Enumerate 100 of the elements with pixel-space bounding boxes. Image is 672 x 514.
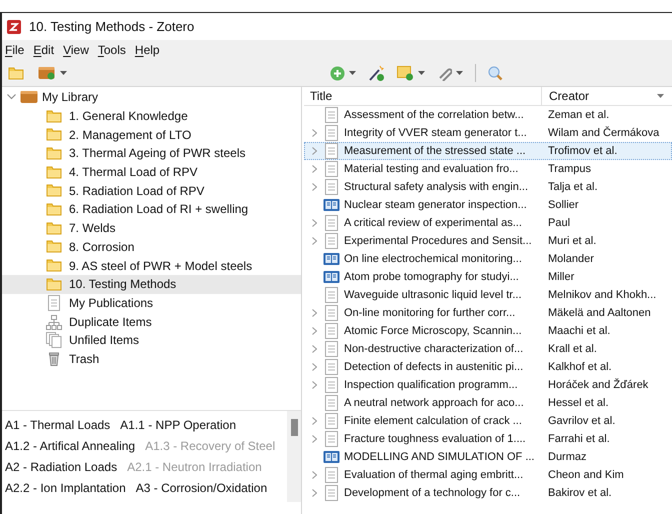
table-row[interactable]: Material testing and evaluation fro... Trampus bbox=[304, 160, 672, 178]
menu-item[interactable]: File bbox=[5, 41, 24, 59]
table-row[interactable]: Inspection qualification programm... Horáček and Žďárek bbox=[304, 376, 672, 394]
chevron-right-icon[interactable] bbox=[312, 363, 316, 371]
table-cell-text: Mäkelä and Aaltonen bbox=[547, 306, 651, 321]
add-by-identifier-button[interactable] bbox=[368, 64, 385, 82]
collection-item[interactable]: 10. Testing Methods bbox=[2, 274, 301, 294]
tag[interactable]: A1 - Thermal Loads bbox=[5, 416, 110, 434]
document-icon bbox=[325, 233, 338, 249]
table-cell-text: Experimental Procedures and Sensit... bbox=[344, 234, 532, 249]
table-row[interactable]: Experimental Procedures and Sensit... Muri et al. bbox=[304, 232, 672, 250]
chevron-right-icon[interactable] bbox=[312, 165, 316, 173]
tag[interactable]: A2 - Radiation Loads bbox=[5, 458, 118, 476]
collection-item[interactable]: 3. Thermal Ageing of PWR steels bbox=[2, 144, 301, 163]
tag[interactable]: A1.1 - NPP Operation bbox=[120, 416, 236, 434]
table-row[interactable]: Integrity of VVER steam generator t... Wilam and Čermákova bbox=[304, 124, 672, 142]
table-row[interactable]: Finite element calculation of crack ... Gavrilov et al. bbox=[304, 412, 672, 430]
table-row[interactable]: Nuclear steam generator inspection... Sollier bbox=[304, 196, 672, 214]
table-cell-text: Talja et al. bbox=[547, 180, 598, 195]
table-row[interactable]: Measurement of the stressed state ... Trofimov et al. bbox=[304, 142, 672, 160]
collection-item[interactable]: 6. Radiation Load of RI + swelling bbox=[2, 200, 301, 219]
chevron-right-icon[interactable] bbox=[312, 435, 316, 443]
table-row[interactable]: A critical review of experimental as... Paul bbox=[304, 214, 672, 232]
chevron-right-icon[interactable] bbox=[312, 183, 316, 191]
table-row[interactable]: Evaluation of thermal aging embritt... Cheon and Kim bbox=[304, 466, 672, 484]
sort-caret-icon[interactable] bbox=[657, 94, 664, 98]
tag[interactable]: A3 - Corrosion/Oxidation bbox=[136, 479, 268, 498]
chevron-right-icon[interactable] bbox=[312, 309, 316, 317]
table-cell-text: Finite element calculation of crack ... bbox=[344, 414, 522, 429]
chevron-right-icon[interactable] bbox=[312, 147, 316, 155]
menu-item[interactable]: Tools bbox=[98, 41, 126, 59]
search-button[interactable] bbox=[488, 66, 503, 80]
collection-item[interactable]: My Publications bbox=[2, 294, 301, 312]
caret-icon[interactable] bbox=[349, 71, 356, 75]
menu-item[interactable]: View bbox=[63, 41, 89, 59]
new-library-button[interactable] bbox=[38, 66, 67, 80]
new-collection-button[interactable] bbox=[8, 66, 24, 80]
chevron-right-icon[interactable] bbox=[312, 237, 316, 245]
attachment-button[interactable] bbox=[437, 66, 463, 80]
column-header[interactable]: Title bbox=[304, 87, 542, 105]
document-icon bbox=[325, 395, 338, 411]
chevron-right-icon[interactable] bbox=[312, 471, 316, 479]
menu-item[interactable]: Help bbox=[134, 41, 160, 59]
paperclip-icon bbox=[437, 66, 452, 80]
chevron-down-icon[interactable] bbox=[7, 94, 16, 100]
caret-icon[interactable] bbox=[60, 71, 67, 75]
chevron-right-icon[interactable] bbox=[312, 327, 316, 335]
tag[interactable]: A1.2 - Artifical Annealing bbox=[5, 436, 136, 455]
book-icon bbox=[323, 198, 340, 212]
chevron-right-icon[interactable] bbox=[312, 219, 316, 227]
document-icon bbox=[325, 413, 338, 429]
menu-item[interactable]: Edit bbox=[33, 41, 54, 59]
chevron-right-icon[interactable] bbox=[312, 345, 316, 353]
collection-item[interactable]: 8. Corrosion bbox=[2, 238, 301, 256]
table-row[interactable]: MODELLING AND SIMULATION OF ... Durmaz bbox=[304, 448, 672, 466]
collection-item[interactable]: Trash bbox=[2, 350, 301, 368]
table-row[interactable]: Detection of defects in austenitic pi... Kalkhof et al. bbox=[304, 358, 672, 376]
chevron-right-icon[interactable] bbox=[312, 489, 316, 497]
table-cell-text: A critical review of experimental as... bbox=[344, 216, 522, 231]
table-row[interactable]: On-line monitoring for further corr... Mäkelä and Aaltonen bbox=[304, 304, 672, 322]
collection-item[interactable]: 1. General Knowledge bbox=[2, 106, 301, 126]
table-cell-text: Trofimov et al. bbox=[547, 144, 618, 159]
document-icon bbox=[325, 431, 338, 447]
table-row[interactable]: On line electrochemical monitoring... Molander bbox=[304, 250, 672, 268]
table-row[interactable]: Development of a technology for c... Bakirov et al. bbox=[304, 484, 672, 502]
table-row[interactable]: Fracture toughness evaluation of 1.... Farrahi et al. bbox=[304, 430, 672, 448]
table-row[interactable]: Non-destructive characterization of... Krall et al. bbox=[304, 340, 672, 358]
new-note-button[interactable] bbox=[397, 66, 425, 80]
search-icon bbox=[488, 66, 503, 80]
table-row[interactable]: Waveguide ultrasonic liquid level tr... Melnikov and Khokh... bbox=[304, 286, 672, 304]
column-header[interactable]: Creator bbox=[542, 87, 672, 105]
tag[interactable]: A2.2 - Ion Implantation bbox=[5, 479, 126, 498]
table-cell-text: Paul bbox=[547, 216, 570, 231]
document-icon bbox=[325, 287, 338, 303]
new-item-button[interactable] bbox=[330, 66, 356, 80]
table-row[interactable]: A neutral network approach for aco... Hessel et al. bbox=[304, 394, 672, 412]
collection-item[interactable]: 2. Management of LTO bbox=[2, 125, 301, 144]
collection-item[interactable]: Unfiled Items bbox=[2, 330, 301, 350]
table-cell-text: Structural safety analysis with engin... bbox=[344, 180, 528, 195]
tree-item[interactable]: My Library bbox=[42, 88, 98, 106]
document-icon bbox=[325, 179, 338, 195]
caret-icon[interactable] bbox=[456, 71, 463, 75]
collection-item[interactable]: 7. Welds bbox=[2, 218, 301, 238]
collection-item[interactable]: 9. AS steel of PWR + Model steels bbox=[2, 256, 301, 275]
chevron-right-icon[interactable] bbox=[312, 129, 316, 137]
chevron-right-icon[interactable] bbox=[312, 417, 316, 425]
collection-item[interactable]: 5. Radiation Load of RPV bbox=[2, 181, 301, 200]
caret-icon[interactable] bbox=[418, 71, 425, 75]
table-row[interactable]: Structural safety analysis with engin... Talja et al. bbox=[304, 178, 672, 196]
table-cell-text: On-line monitoring for further corr... bbox=[344, 306, 516, 321]
chevron-right-icon[interactable] bbox=[312, 381, 316, 389]
window-title: 10. Testing Methods - Zotero bbox=[29, 18, 194, 36]
table-row[interactable]: Atom probe tomography for studyi... Miller bbox=[304, 268, 672, 286]
scrollbar[interactable] bbox=[287, 411, 301, 502]
table-row[interactable]: Atomic Force Microscopy, Scannin... Maachi et al. bbox=[304, 322, 672, 340]
document-icon bbox=[325, 215, 338, 231]
collection-item[interactable]: Duplicate Items bbox=[2, 312, 301, 331]
table-row[interactable]: Assessment of the correlation betw... Zeman et al. bbox=[304, 106, 672, 124]
collection-item[interactable]: 4. Thermal Load of RPV bbox=[2, 162, 301, 182]
book-icon bbox=[323, 252, 340, 266]
